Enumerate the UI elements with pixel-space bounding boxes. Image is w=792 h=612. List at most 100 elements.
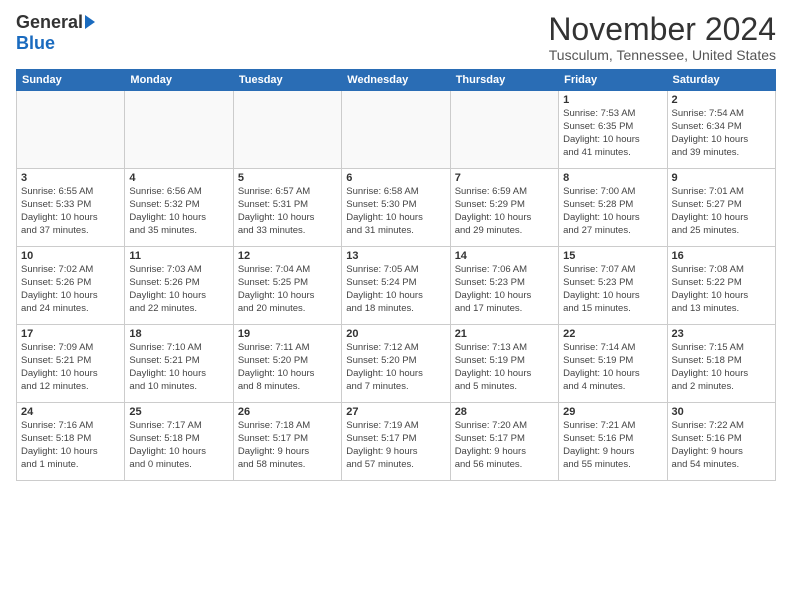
calendar-cell: 17 Sunrise: 7:09 AM Sunset: 5:21 PM Dayli… [17,325,125,403]
calendar-table: SundayMondayTuesdayWednesdayThursdayFrid… [16,69,776,481]
calendar-cell: 22 Sunrise: 7:14 AM Sunset: 5:19 PM Dayli… [559,325,667,403]
day-info: Sunrise: 7:08 AM Sunset: 5:22 PM Dayligh… [672,264,771,315]
week-row-0: 1 Sunrise: 7:53 AM Sunset: 6:35 PM Daylig… [17,91,776,169]
calendar-cell: 9 Sunrise: 7:01 AM Sunset: 5:27 PM Daylig… [667,169,775,247]
day-number: 9 [672,172,771,184]
day-number: 2 [672,94,771,106]
day-info: Sunrise: 7:10 AM Sunset: 5:21 PM Dayligh… [129,342,228,393]
day-number: 19 [238,328,337,340]
calendar-cell: 26Sunrise: 7:18 AM Sunset: 5:17 PM Dayli… [233,403,341,481]
day-info: Sunrise: 7:13 AM Sunset: 5:19 PM Dayligh… [455,342,554,393]
day-info: Sunrise: 7:06 AM Sunset: 5:23 PM Dayligh… [455,264,554,315]
day-info: Sunrise: 7:16 AM Sunset: 5:18 PM Dayligh… [21,420,120,471]
day-info: Sunrise: 7:53 AM Sunset: 6:35 PM Dayligh… [563,108,662,159]
day-info: Sunrise: 7:20 AM Sunset: 5:17 PM Dayligh… [455,420,554,471]
calendar-cell: 18Sunrise: 7:10 AM Sunset: 5:21 PM Dayli… [125,325,233,403]
week-row-2: 10 Sunrise: 7:02 AM Sunset: 5:26 PM Dayli… [17,247,776,325]
day-info: Sunrise: 7:15 AM Sunset: 5:18 PM Dayligh… [672,342,771,393]
week-row-3: 17 Sunrise: 7:09 AM Sunset: 5:21 PM Dayli… [17,325,776,403]
calendar-cell: 27 Sunrise: 7:19 AM Sunset: 5:17 PM Dayli… [342,403,450,481]
logo-general-text: General [16,12,83,33]
week-row-4: 24 Sunrise: 7:16 AM Sunset: 5:18 PM Dayli… [17,403,776,481]
calendar-cell [450,91,558,169]
day-info: Sunrise: 7:21 AM Sunset: 5:16 PM Dayligh… [563,420,662,471]
calendar-cell [125,91,233,169]
day-info: Sunrise: 7:19 AM Sunset: 5:17 PM Dayligh… [346,420,445,471]
day-number: 22 [563,328,662,340]
calendar-header-row: SundayMondayTuesdayWednesdayThursdayFrid… [17,70,776,91]
calendar-cell: 29Sunrise: 7:21 AM Sunset: 5:16 PM Dayli… [559,403,667,481]
calendar-cell: 2 Sunrise: 7:54 AM Sunset: 6:34 PM Daylig… [667,91,775,169]
day-info: Sunrise: 7:09 AM Sunset: 5:21 PM Dayligh… [21,342,120,393]
calendar-cell: 12 Sunrise: 7:04 AM Sunset: 5:25 PM Dayli… [233,247,341,325]
day-number: 3 [21,172,120,184]
day-number: 20 [346,328,445,340]
calendar-cell: 16 Sunrise: 7:08 AM Sunset: 5:22 PM Dayli… [667,247,775,325]
day-number: 24 [21,406,120,418]
day-number: 1 [563,94,662,106]
day-number: 4 [129,172,228,184]
day-info: Sunrise: 7:03 AM Sunset: 5:26 PM Dayligh… [129,264,228,315]
day-number: 13 [346,250,445,262]
calendar-cell: 6Sunrise: 6:58 AM Sunset: 5:30 PM Daylig… [342,169,450,247]
day-number: 10 [21,250,120,262]
calendar-header-monday: Monday [125,70,233,91]
day-info: Sunrise: 7:22 AM Sunset: 5:16 PM Dayligh… [672,420,771,471]
calendar-header-thursday: Thursday [450,70,558,91]
week-row-1: 3 Sunrise: 6:55 AM Sunset: 5:33 PM Daylig… [17,169,776,247]
calendar-cell: 15Sunrise: 7:07 AM Sunset: 5:23 PM Dayli… [559,247,667,325]
day-number: 14 [455,250,554,262]
calendar-cell: 21 Sunrise: 7:13 AM Sunset: 5:19 PM Dayli… [450,325,558,403]
calendar-cell: 1 Sunrise: 7:53 AM Sunset: 6:35 PM Daylig… [559,91,667,169]
day-number: 16 [672,250,771,262]
day-number: 26 [238,406,337,418]
page: General Blue November 2024 Tusculum, Ten… [0,0,792,612]
main-title: November 2024 [548,12,776,47]
day-number: 17 [21,328,120,340]
calendar-cell: 14 Sunrise: 7:06 AM Sunset: 5:23 PM Dayli… [450,247,558,325]
calendar-cell: 28 Sunrise: 7:20 AM Sunset: 5:17 PM Dayli… [450,403,558,481]
day-info: Sunrise: 6:55 AM Sunset: 5:33 PM Dayligh… [21,186,120,237]
calendar-cell: 23 Sunrise: 7:15 AM Sunset: 5:18 PM Dayli… [667,325,775,403]
calendar-header-saturday: Saturday [667,70,775,91]
day-info: Sunrise: 7:12 AM Sunset: 5:20 PM Dayligh… [346,342,445,393]
calendar-cell: 3 Sunrise: 6:55 AM Sunset: 5:33 PM Daylig… [17,169,125,247]
header: General Blue November 2024 Tusculum, Ten… [16,12,776,63]
day-info: Sunrise: 7:11 AM Sunset: 5:20 PM Dayligh… [238,342,337,393]
day-info: Sunrise: 7:17 AM Sunset: 5:18 PM Dayligh… [129,420,228,471]
day-number: 23 [672,328,771,340]
calendar-header-sunday: Sunday [17,70,125,91]
day-number: 27 [346,406,445,418]
calendar-cell: 5Sunrise: 6:57 AM Sunset: 5:31 PM Daylig… [233,169,341,247]
day-info: Sunrise: 7:00 AM Sunset: 5:28 PM Dayligh… [563,186,662,237]
day-number: 25 [129,406,228,418]
logo-arrow-icon [85,15,95,29]
day-info: Sunrise: 7:07 AM Sunset: 5:23 PM Dayligh… [563,264,662,315]
calendar-cell: 13 Sunrise: 7:05 AM Sunset: 5:24 PM Dayli… [342,247,450,325]
day-info: Sunrise: 7:04 AM Sunset: 5:25 PM Dayligh… [238,264,337,315]
calendar-cell: 20 Sunrise: 7:12 AM Sunset: 5:20 PM Dayli… [342,325,450,403]
day-number: 28 [455,406,554,418]
calendar-cell: 10 Sunrise: 7:02 AM Sunset: 5:26 PM Dayli… [17,247,125,325]
logo-blue-text: Blue [16,33,55,54]
calendar-cell [17,91,125,169]
day-info: Sunrise: 7:01 AM Sunset: 5:27 PM Dayligh… [672,186,771,237]
day-number: 7 [455,172,554,184]
day-info: Sunrise: 6:57 AM Sunset: 5:31 PM Dayligh… [238,186,337,237]
logo: General Blue [16,12,95,54]
calendar-cell: 30Sunrise: 7:22 AM Sunset: 5:16 PM Dayli… [667,403,775,481]
day-info: Sunrise: 7:05 AM Sunset: 5:24 PM Dayligh… [346,264,445,315]
day-info: Sunrise: 7:14 AM Sunset: 5:19 PM Dayligh… [563,342,662,393]
day-info: Sunrise: 7:02 AM Sunset: 5:26 PM Dayligh… [21,264,120,315]
title-area: November 2024 Tusculum, Tennessee, Unite… [548,12,776,63]
day-number: 21 [455,328,554,340]
day-info: Sunrise: 6:58 AM Sunset: 5:30 PM Dayligh… [346,186,445,237]
calendar-cell: 25 Sunrise: 7:17 AM Sunset: 5:18 PM Dayli… [125,403,233,481]
calendar-header-friday: Friday [559,70,667,91]
calendar-cell: 8Sunrise: 7:00 AM Sunset: 5:28 PM Daylig… [559,169,667,247]
subtitle: Tusculum, Tennessee, United States [548,47,776,63]
day-number: 11 [129,250,228,262]
day-info: Sunrise: 6:59 AM Sunset: 5:29 PM Dayligh… [455,186,554,237]
day-info: Sunrise: 7:54 AM Sunset: 6:34 PM Dayligh… [672,108,771,159]
day-number: 12 [238,250,337,262]
